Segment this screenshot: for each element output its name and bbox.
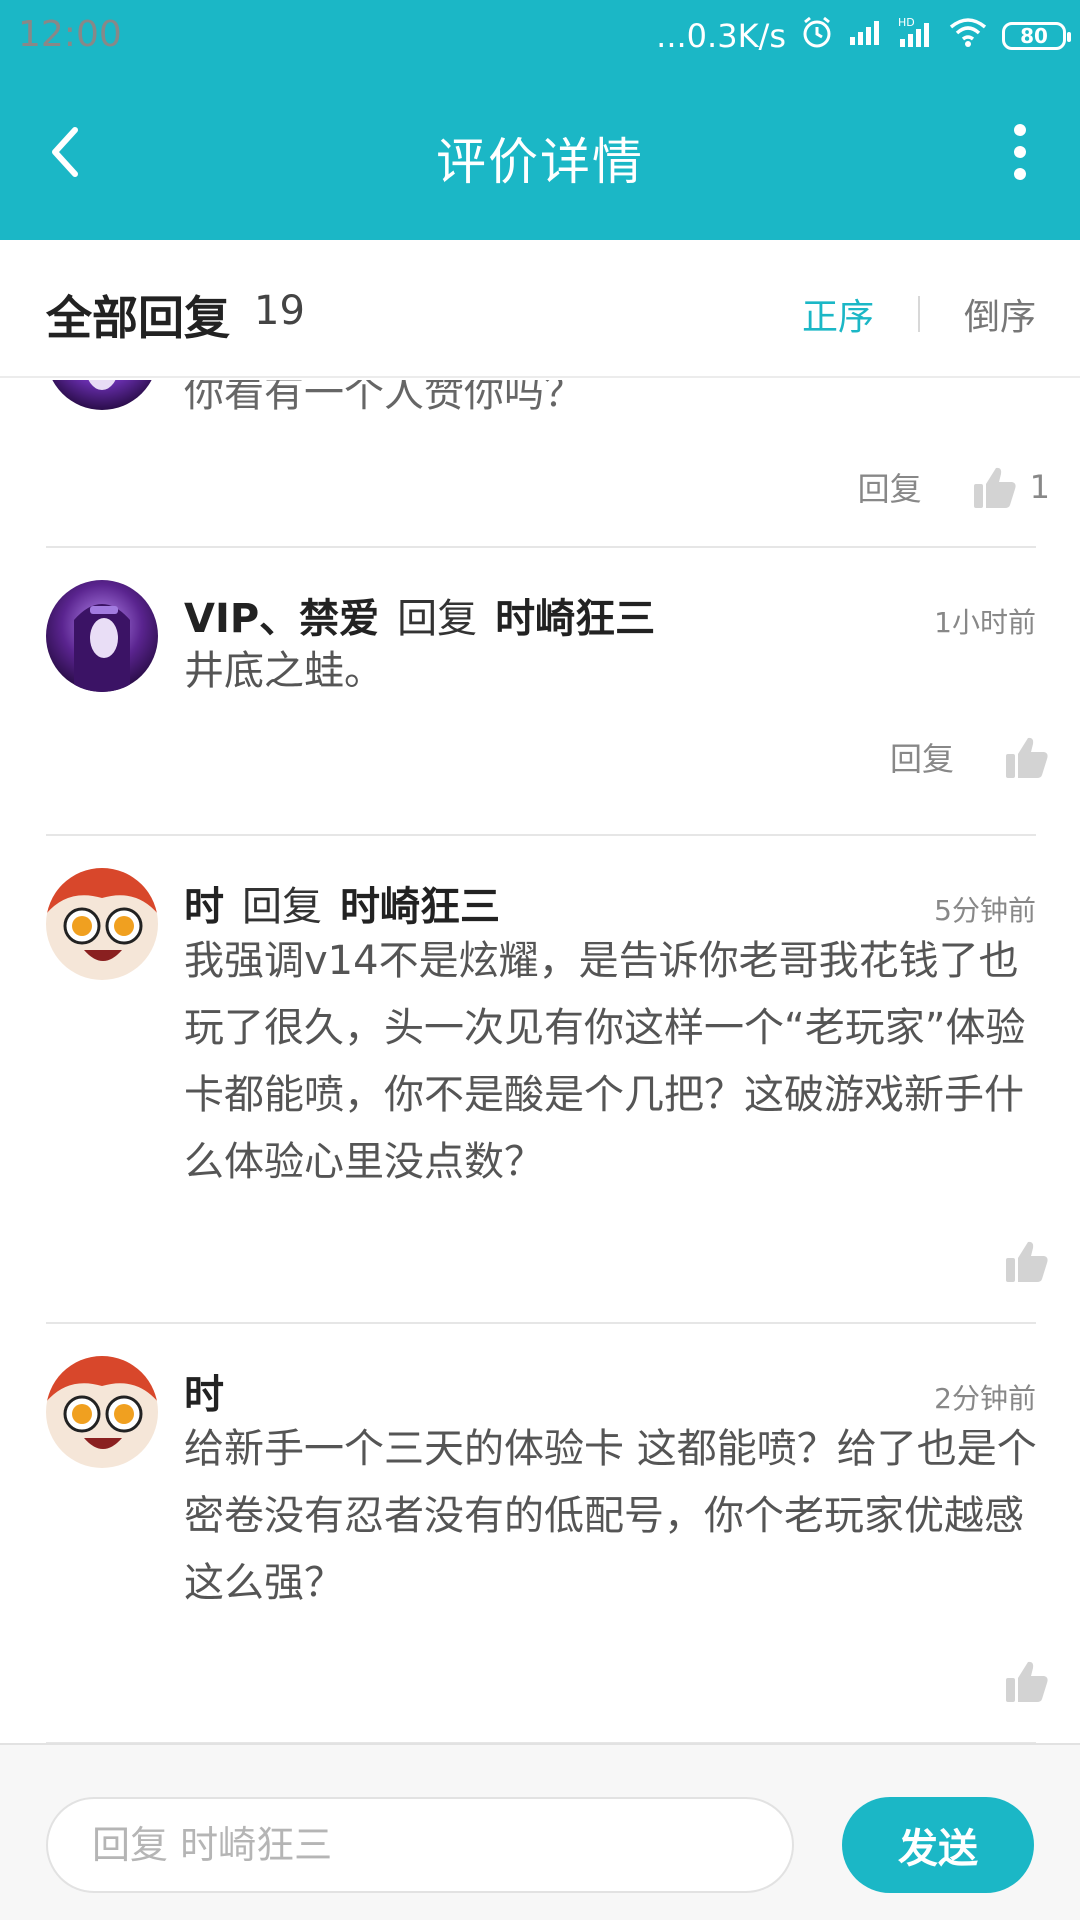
svg-text:HD: HD [898, 16, 915, 29]
reply-time: 2分钟前 [934, 1382, 1036, 1415]
reply-actions [1004, 1658, 1050, 1704]
sort-toggle: 正序 倒序 [802, 288, 1036, 340]
reply-actions [1004, 1238, 1050, 1284]
avatar[interactable] [46, 580, 158, 692]
reply-meta: 时 2分钟前 [184, 1362, 1036, 1420]
top-bar: 12:00 ...0.3K/s HD 80 评价详情 [0, 0, 1080, 240]
reply-input[interactable] [48, 1799, 792, 1891]
status-icons: ...0.3K/s HD 80 [656, 14, 1071, 58]
avatar[interactable] [46, 380, 158, 410]
reply-input-bar: 发送 [0, 1743, 1080, 1920]
reply-meta: 时 回复 时崎狂三 5分钟前 [184, 874, 1036, 932]
reply-input-wrapper [46, 1797, 794, 1893]
signal-icon [848, 17, 884, 55]
reply-content: 你看有一个人赞你吗？ [184, 380, 584, 416]
sort-desc-button[interactable]: 倒序 [964, 288, 1036, 340]
thumbs-up-icon [1006, 1241, 1048, 1282]
reply-meta: VIP、禁爱 回复 时崎狂三 1小时前 [184, 586, 1036, 644]
more-button[interactable] [1000, 112, 1040, 192]
signal-hd-icon: HD [898, 15, 934, 57]
wifi-icon [948, 16, 988, 56]
sort-asc-button[interactable]: 正序 [802, 288, 874, 340]
thumbs-up-icon [1006, 737, 1048, 778]
reply-actions: 回复 1 [858, 464, 1050, 510]
reply-content: 我强调v14不是炫耀，是告诉你老哥我花钱了也玩了很久，头一次见有你这样一个“老玩… [184, 938, 1026, 1185]
reply-content: 给新手一个三天的体验卡 这都能喷？给了也是个密卷没有忍者没有的低配号，你个老玩家… [184, 1426, 1037, 1606]
reply-item: 时 回复 时崎狂三 5分钟前 我强调v14不是炫耀，是告诉你老哥我花钱了也玩了很… [0, 836, 1080, 1324]
more-icon [1014, 124, 1026, 136]
sort-divider [917, 296, 920, 332]
username[interactable]: 时 [184, 1362, 224, 1420]
page-title: 评价详情 [436, 133, 644, 191]
replies-header: 全部回复 19 正序 倒序 [0, 240, 1080, 378]
status-bar: 12:00 ...0.3K/s HD 80 [0, 0, 1080, 74]
replies-title: 全部回复 [46, 291, 230, 345]
reply-item: 时 2分钟前 给新手一个三天的体验卡 这都能喷？给了也是个密卷没有忍者没有的低配… [0, 1324, 1080, 1743]
status-time: 12:00 [18, 14, 122, 55]
reply-target[interactable]: 时崎狂三 [495, 586, 655, 644]
like-count: 1 [1029, 468, 1050, 506]
reply-list: 你看有一个人赞你吗？ 回复 1 VIP、禁爱 回复 时崎狂三 1小时前 井底之蛙… [0, 380, 1080, 1743]
send-button[interactable]: 发送 [842, 1797, 1034, 1893]
reply-button[interactable]: 回复 [858, 464, 922, 510]
replies-count: 19 [254, 288, 305, 334]
reply-item: 你看有一个人赞你吗？ 回复 1 [0, 380, 1080, 548]
thumbs-up-icon [1006, 1661, 1048, 1702]
alarm-icon [800, 15, 834, 57]
reply-content: 井底之蛙。 [184, 648, 384, 694]
reply-word: 回复 [397, 596, 478, 642]
app-bar: 评价详情 [0, 74, 1080, 240]
avatar[interactable] [46, 1356, 158, 1468]
reply-item: VIP、禁爱 回复 时崎狂三 1小时前 井底之蛙。 回复 [0, 548, 1080, 836]
like-button[interactable] [1004, 1658, 1050, 1704]
reply-target[interactable]: 时崎狂三 [340, 874, 500, 932]
net-speed: ...0.3K/s [656, 17, 786, 55]
like-button[interactable] [1004, 734, 1050, 780]
reply-time: 5分钟前 [934, 894, 1036, 927]
battery-icon: 80 [1002, 22, 1071, 50]
reply-button[interactable]: 回复 [890, 734, 954, 780]
username[interactable]: VIP、禁爱 [184, 586, 379, 644]
like-button[interactable] [1004, 1238, 1050, 1284]
avatar[interactable] [46, 868, 158, 980]
reply-actions: 回复 [890, 734, 1050, 780]
username[interactable]: 时 [184, 874, 224, 932]
like-button[interactable]: 1 [972, 464, 1050, 510]
reply-time: 1小时前 [934, 606, 1036, 639]
thumbs-up-icon [973, 467, 1016, 508]
reply-word: 回复 [242, 884, 322, 930]
